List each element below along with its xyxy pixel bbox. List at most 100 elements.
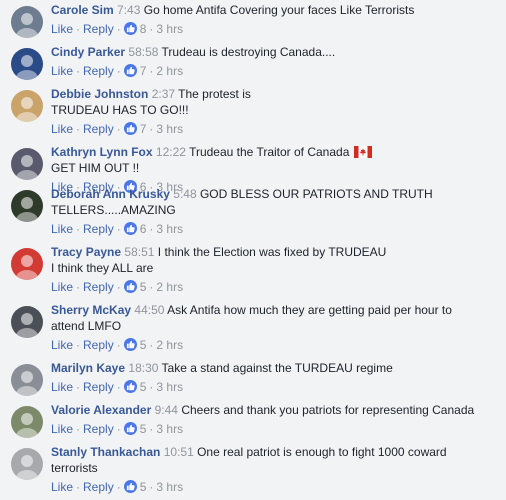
comment-age[interactable]: 2 hrs <box>156 64 183 78</box>
comment-actions: Like · Reply · 7 · 2 hrs <box>51 64 183 78</box>
avatar[interactable] <box>11 90 43 122</box>
comment-actions: Like · Reply · 6 · 3 hrs <box>51 222 183 236</box>
reply-link[interactable]: Reply <box>83 280 114 294</box>
comment-age[interactable]: 3 hrs <box>156 22 183 36</box>
comment-actions: Like · Reply · 5 · 3 hrs <box>51 380 183 394</box>
thumbs-up-icon <box>123 380 137 393</box>
reply-link[interactable]: Reply <box>83 338 114 352</box>
like-link[interactable]: Like <box>51 222 73 236</box>
comment-timestamp[interactable]: 10:51 <box>164 445 194 459</box>
avatar[interactable] <box>11 6 43 38</box>
avatar[interactable] <box>11 306 43 338</box>
comment-body: Debbie Johnston 2:37 The protest is TRUDE… <box>51 86 496 118</box>
comment-actions: Like · Reply · 5 · 2 hrs <box>51 280 183 294</box>
comment-body: Deborah Ann Krusky 5:48 GOD BLESS OUR PA… <box>51 186 496 218</box>
comment-text: Take a stand against the TURDEAU regime <box>161 361 393 375</box>
separator-dot: · <box>116 222 121 236</box>
like-count[interactable]: 5 <box>140 422 147 436</box>
comment-age[interactable]: 2 hrs <box>156 280 183 294</box>
comment-timestamp[interactable]: 18:30 <box>128 361 158 375</box>
like-count[interactable]: 5 <box>140 380 147 394</box>
comment-author[interactable]: Carole Sim <box>51 3 114 17</box>
comment-timestamp[interactable]: 5:48 <box>173 187 196 201</box>
like-count[interactable]: 7 <box>140 64 147 78</box>
comment-age[interactable]: 3 hrs <box>156 480 183 494</box>
comment: Valorie Alexander 9:44 Cheers and thank … <box>0 402 506 444</box>
comment-line: terrorists <box>51 460 496 476</box>
comment-author[interactable]: Sherry McKay <box>51 303 131 317</box>
comment-text: TRUDEAU HAS TO GO!!! <box>51 103 189 117</box>
comment-author[interactable]: Cindy Parker <box>51 45 125 59</box>
like-link[interactable]: Like <box>51 380 73 394</box>
separator-dot: · <box>76 64 81 78</box>
reply-link[interactable]: Reply <box>83 380 114 394</box>
comment-text: TELLERS.....AMAZING <box>51 203 176 217</box>
comment-body: Stanly Thankachan 10:51 One real patriot… <box>51 444 496 476</box>
like-count[interactable]: 6 <box>140 222 147 236</box>
comment-age[interactable]: 3 hrs <box>156 222 183 236</box>
comment-line: TRUDEAU HAS TO GO!!! <box>51 102 496 118</box>
comment-author[interactable]: Deborah Ann Krusky <box>51 187 170 201</box>
like-link[interactable]: Like <box>51 22 73 36</box>
comment-line: Marilyn Kaye 18:30 Take a stand against … <box>51 360 496 376</box>
comment-line: TELLERS.....AMAZING <box>51 202 496 218</box>
avatar[interactable] <box>11 190 43 222</box>
avatar[interactable] <box>11 364 43 396</box>
avatar[interactable] <box>11 148 43 180</box>
comment-text: Trudeau the Traitor of Canada <box>189 145 350 159</box>
comment-author[interactable]: Tracy Payne <box>51 245 121 259</box>
comment-author[interactable]: Stanly Thankachan <box>51 445 160 459</box>
reply-link[interactable]: Reply <box>83 64 114 78</box>
avatar[interactable] <box>11 48 43 80</box>
like-link[interactable]: Like <box>51 480 73 494</box>
comment-age[interactable]: 3 hrs <box>156 422 183 436</box>
comment-body: Tracy Payne 58:51 I think the Election w… <box>51 244 496 276</box>
comment-timestamp[interactable]: 44:50 <box>134 303 164 317</box>
like-link[interactable]: Like <box>51 122 73 136</box>
separator-dot: · <box>149 380 154 394</box>
like-count[interactable]: 8 <box>140 22 147 36</box>
comment-timestamp[interactable]: 58:58 <box>128 45 158 59</box>
comment-author[interactable]: Valorie Alexander <box>51 403 151 417</box>
like-link[interactable]: Like <box>51 280 73 294</box>
comment: Tracy Payne 58:51 I think the Election w… <box>0 244 506 294</box>
reply-link[interactable]: Reply <box>83 122 114 136</box>
thumbs-up-icon <box>123 338 137 351</box>
like-link[interactable]: Like <box>51 64 73 78</box>
comment-author[interactable]: Kathryn Lynn Fox <box>51 145 153 159</box>
comment-line: Tracy Payne 58:51 I think the Election w… <box>51 244 496 260</box>
comment-text: I think they ALL are <box>51 261 154 275</box>
avatar[interactable] <box>11 406 43 438</box>
reply-link[interactable]: Reply <box>83 22 114 36</box>
comment-line: GET HIM OUT !! <box>51 160 496 176</box>
like-link[interactable]: Like <box>51 422 73 436</box>
separator-dot: · <box>76 338 81 352</box>
like-count[interactable]: 5 <box>140 280 147 294</box>
like-count[interactable]: 5 <box>140 480 147 494</box>
comment-age[interactable]: 3 hrs <box>156 122 183 136</box>
comment-actions: Like · Reply · 5 · 3 hrs <box>51 480 183 494</box>
comment-actions: Like · Reply · 5 · 3 hrs <box>51 422 183 436</box>
comment-age[interactable]: 3 hrs <box>156 380 183 394</box>
reply-link[interactable]: Reply <box>83 222 114 236</box>
thumbs-up-icon <box>123 280 137 293</box>
comment-author[interactable]: Debbie Johnston <box>51 87 148 101</box>
comment-age[interactable]: 2 hrs <box>156 338 183 352</box>
reply-link[interactable]: Reply <box>83 480 114 494</box>
comment: Cindy Parker 58:58 Trudeau is destroying… <box>0 44 506 86</box>
thumbs-up-icon <box>123 64 137 77</box>
like-count[interactable]: 7 <box>140 122 147 136</box>
comment: Debbie Johnston 2:37 The protest is TRUDE… <box>0 86 506 136</box>
comment-timestamp[interactable]: 12:22 <box>156 145 186 159</box>
comment-timestamp[interactable]: 7:43 <box>117 3 140 17</box>
comment-timestamp[interactable]: 2:37 <box>152 87 175 101</box>
comment-timestamp[interactable]: 9:44 <box>155 403 178 417</box>
comment-author[interactable]: Marilyn Kaye <box>51 361 125 375</box>
avatar[interactable] <box>11 448 43 480</box>
comment-body: Sherry McKay 44:50 Ask Antifa how much t… <box>51 302 496 334</box>
reply-link[interactable]: Reply <box>83 422 114 436</box>
like-link[interactable]: Like <box>51 338 73 352</box>
avatar[interactable] <box>11 248 43 280</box>
like-count[interactable]: 5 <box>140 338 147 352</box>
comment-timestamp[interactable]: 58:51 <box>124 245 154 259</box>
